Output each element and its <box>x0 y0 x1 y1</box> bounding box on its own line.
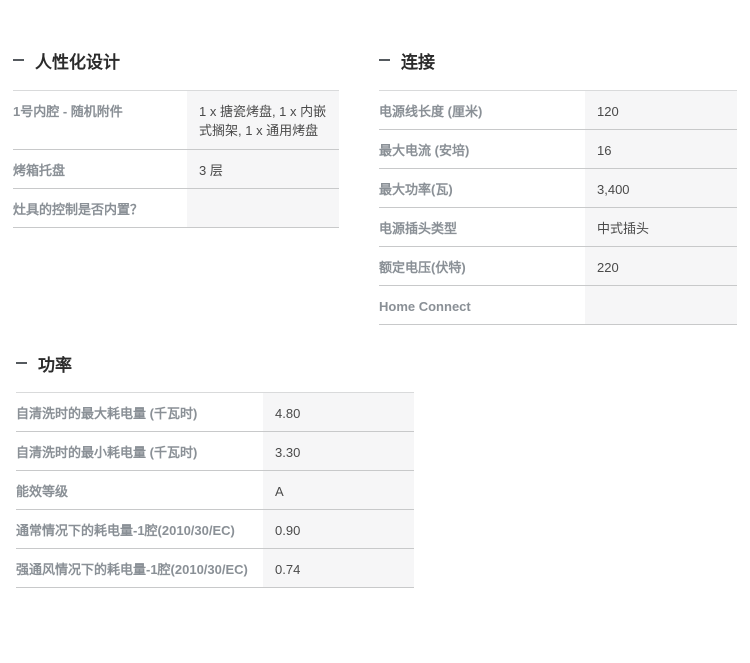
spec-value: 1 x 搪瓷烤盘, 1 x 内嵌式搁架, 1 x 通用烤盘 <box>187 90 339 150</box>
spec-label: 能效等级 <box>16 470 263 510</box>
collapse-icon[interactable] <box>13 59 24 61</box>
connection-section-header[interactable]: 连接 <box>379 52 737 86</box>
spec-label: 电源插头类型 <box>379 207 585 247</box>
collapse-icon[interactable] <box>16 362 27 364</box>
section-title: 人性化设计 <box>35 53 120 72</box>
spec-label: 自清洗时的最小耗电量 (千瓦时) <box>16 431 263 471</box>
table-row: 电源插头类型 中式插头 <box>379 207 737 247</box>
spec-label: 额定电压(伏特) <box>379 246 585 286</box>
table-row: 通常情况下的耗电量-1腔(2010/30/EC) 0.90 <box>16 509 414 549</box>
spec-label: 电源线长度 (厘米) <box>379 90 585 130</box>
spec-label: 烤箱托盘 <box>13 149 187 189</box>
table-row: 额定电压(伏特) 220 <box>379 246 737 286</box>
spec-label: 强通风情况下的耗电量-1腔(2010/30/EC) <box>16 548 263 588</box>
connection-spec-table: 电源线长度 (厘米) 120 最大电流 (安培) 16 最大功率(瓦) 3,40… <box>379 90 737 325</box>
table-row: 最大电流 (安培) 16 <box>379 129 737 169</box>
spec-value: 120 <box>585 90 737 130</box>
connection-section: 连接 电源线长度 (厘米) 120 最大电流 (安培) 16 最大功率(瓦) 3… <box>379 52 737 325</box>
power-section: 功率 自清洗时的最大耗电量 (千瓦时) 4.80 自清洗时的最小耗电量 (千瓦时… <box>16 355 414 588</box>
section-title: 连接 <box>401 53 435 72</box>
spec-label: 通常情况下的耗电量-1腔(2010/30/EC) <box>16 509 263 549</box>
spec-value: 3 层 <box>187 149 339 189</box>
power-spec-table: 自清洗时的最大耗电量 (千瓦时) 4.80 自清洗时的最小耗电量 (千瓦时) 3… <box>16 392 414 588</box>
spec-value: 0.74 <box>263 548 414 588</box>
spec-label: 自清洗时的最大耗电量 (千瓦时) <box>16 392 263 432</box>
table-row: 强通风情况下的耗电量-1腔(2010/30/EC) 0.74 <box>16 548 414 588</box>
spec-value: 0.90 <box>263 509 414 549</box>
table-row: 自清洗时的最小耗电量 (千瓦时) 3.30 <box>16 431 414 471</box>
power-section-header[interactable]: 功率 <box>16 355 414 389</box>
table-row: 电源线长度 (厘米) 120 <box>379 90 737 130</box>
collapse-icon[interactable] <box>379 59 390 61</box>
design-section: 人性化设计 1号内腔 - 随机附件 1 x 搪瓷烤盘, 1 x 内嵌式搁架, 1… <box>13 52 339 228</box>
table-row: 烤箱托盘 3 层 <box>13 149 339 189</box>
spec-label: 1号内腔 - 随机附件 <box>13 90 187 150</box>
spec-value <box>187 188 339 228</box>
table-row: 能效等级 A <box>16 470 414 510</box>
spec-value: 3,400 <box>585 168 737 208</box>
spec-label: 灶具的控制是否内置？ <box>13 188 187 228</box>
spec-label: 最大功率(瓦) <box>379 168 585 208</box>
spec-value: 220 <box>585 246 737 286</box>
table-row: 1号内腔 - 随机附件 1 x 搪瓷烤盘, 1 x 内嵌式搁架, 1 x 通用烤… <box>13 90 339 150</box>
spec-value: 中式插头 <box>585 207 737 247</box>
design-spec-table: 1号内腔 - 随机附件 1 x 搪瓷烤盘, 1 x 内嵌式搁架, 1 x 通用烤… <box>13 90 339 228</box>
table-row: 灶具的控制是否内置？ <box>13 188 339 228</box>
spec-label: 最大电流 (安培) <box>379 129 585 169</box>
spec-label: Home Connect <box>379 285 585 325</box>
spec-value: A <box>263 470 414 510</box>
spec-value: 3.30 <box>263 431 414 471</box>
table-row: 自清洗时的最大耗电量 (千瓦时) 4.80 <box>16 392 414 432</box>
spec-value: 16 <box>585 129 737 169</box>
spec-value: 4.80 <box>263 392 414 432</box>
section-title: 功率 <box>38 356 72 375</box>
design-section-header[interactable]: 人性化设计 <box>13 52 339 86</box>
spec-value <box>585 285 737 325</box>
table-row: Home Connect <box>379 285 737 325</box>
table-row: 最大功率(瓦) 3,400 <box>379 168 737 208</box>
